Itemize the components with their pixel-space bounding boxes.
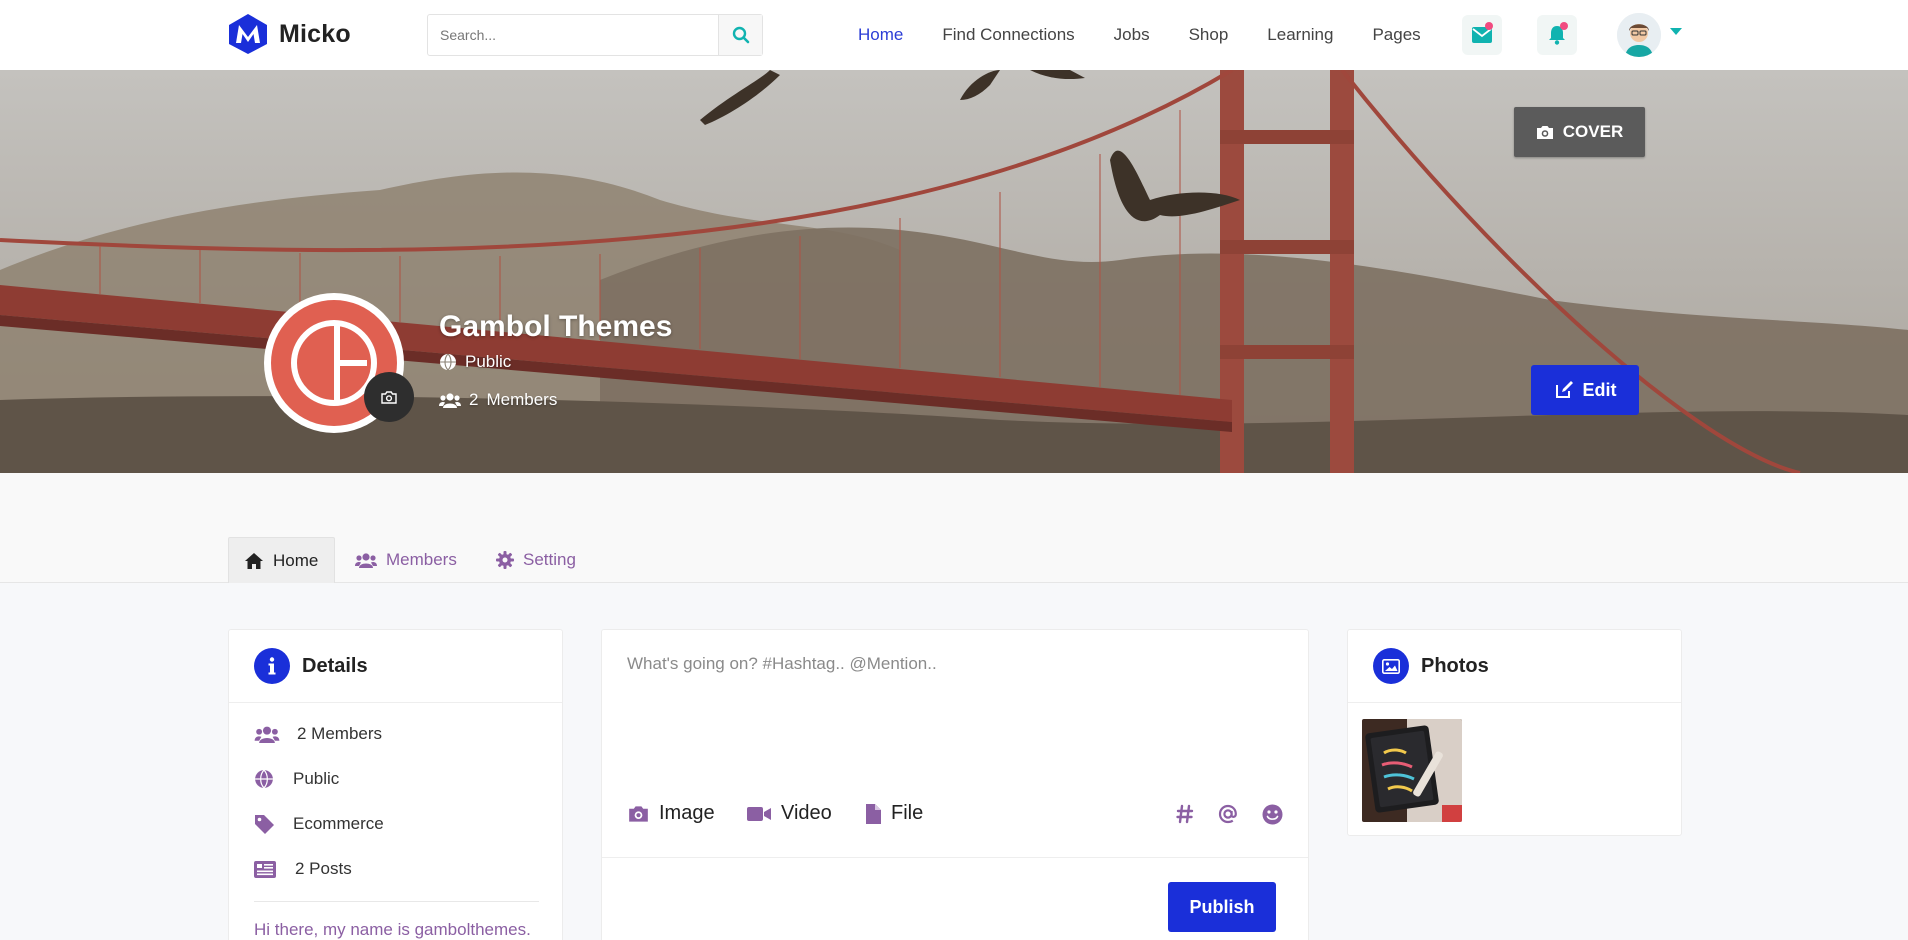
detail-members: 2 Members <box>254 724 382 744</box>
photo-image <box>1362 719 1462 822</box>
gear-icon <box>496 551 514 569</box>
cover-photo: COVER Gambol Themes Public 2 Members Edi… <box>0 70 1908 473</box>
detail-privacy-label: Public <box>293 769 340 788</box>
divider <box>602 857 1308 858</box>
user-avatar-icon <box>1617 13 1661 57</box>
logo-mark-icon <box>229 14 267 54</box>
photos-title: Photos <box>1421 654 1489 677</box>
home-icon <box>245 552 263 569</box>
add-image-button[interactable]: Image <box>628 802 715 825</box>
info-icon <box>254 648 290 684</box>
change-cover-button[interactable]: COVER <box>1514 107 1645 157</box>
tab-members[interactable]: Members <box>355 537 457 583</box>
cover-button-label: COVER <box>1562 122 1624 141</box>
detail-posts-label: 2 Posts <box>295 859 352 878</box>
details-card-header: Details <box>229 630 562 703</box>
search-button[interactable] <box>718 15 762 55</box>
add-video-button[interactable]: Video <box>747 802 832 825</box>
tab-home-label: Home <box>273 550 319 570</box>
search-input[interactable] <box>428 15 718 55</box>
details-title: Details <box>302 654 368 677</box>
tab-members-label: Members <box>386 550 457 569</box>
nav-link-find-connections[interactable]: Find Connections <box>942 25 1074 45</box>
detail-category: Ecommerce <box>254 814 384 834</box>
smile-icon[interactable] <box>1262 804 1283 825</box>
notifications-button[interactable] <box>1537 15 1577 55</box>
group-privacy: Public <box>439 352 511 372</box>
camera-icon <box>1536 125 1553 139</box>
nav-link-learning[interactable]: Learning <box>1267 25 1333 45</box>
hashtag-icon[interactable] <box>1176 804 1194 824</box>
notification-dot <box>1485 22 1493 30</box>
post-text-input[interactable]: What's going on? #Hashtag.. @Mention.. <box>627 654 937 674</box>
photo-thumb[interactable] <box>1362 719 1462 822</box>
edit-group-button[interactable]: Edit <box>1531 365 1639 415</box>
nav-link-jobs[interactable]: Jobs <box>1114 25 1150 45</box>
divider <box>254 901 539 902</box>
brand-logo[interactable]: Micko <box>227 13 351 55</box>
users-icon <box>254 726 280 743</box>
video-icon <box>747 806 771 821</box>
add-file-button[interactable]: File <box>866 802 923 825</box>
group-members-label: Members <box>486 390 558 409</box>
users-icon <box>355 553 377 568</box>
main-nav: Home Find Connections Jobs Shop Learning… <box>858 0 1460 70</box>
tab-home[interactable]: Home <box>228 537 335 583</box>
file-icon <box>866 803 881 824</box>
publish-button[interactable]: Publish <box>1168 882 1276 932</box>
details-card: Details 2 Members Public Ecommerce 2 Pos… <box>228 629 563 940</box>
add-video-label: Video <box>781 802 832 824</box>
group-members-count: 2 <box>469 390 479 409</box>
group-privacy-label: Public <box>465 352 512 371</box>
detail-posts: 2 Posts <box>254 859 352 879</box>
group-bio: Hi there, my name is gambolthemes. <box>254 920 531 939</box>
brand-name: Micko <box>279 19 351 48</box>
search-icon <box>732 26 749 44</box>
edit-icon <box>1555 381 1573 398</box>
notification-dot <box>1560 22 1568 30</box>
avatar[interactable] <box>1617 13 1661 57</box>
tab-setting-label: Setting <box>523 550 576 569</box>
photos-card: Photos <box>1347 629 1682 836</box>
top-navbar: Micko Home Find Connections Jobs Shop Le… <box>0 0 1908 70</box>
group-name: Gambol Themes <box>439 310 673 343</box>
detail-privacy: Public <box>254 769 339 789</box>
nav-link-pages[interactable]: Pages <box>1372 25 1420 45</box>
tag-icon <box>255 815 274 834</box>
camera-icon <box>381 390 397 404</box>
newspaper-icon <box>254 860 276 878</box>
detail-members-label: 2 Members <box>297 724 383 743</box>
photos-card-header: Photos <box>1348 630 1681 703</box>
nav-link-shop[interactable]: Shop <box>1189 25 1229 45</box>
tab-setting[interactable]: Setting <box>496 537 576 583</box>
globe-icon <box>440 353 456 371</box>
image-icon <box>1373 648 1409 684</box>
post-composer: What's going on? #Hashtag.. @Mention.. I… <box>601 629 1309 940</box>
group-tabs: Home Members Setting <box>0 473 1908 583</box>
change-avatar-button[interactable] <box>364 372 414 422</box>
edit-button-label: Edit <box>1582 379 1617 400</box>
add-image-label: Image <box>659 802 715 824</box>
globe-icon <box>255 769 273 789</box>
add-file-label: File <box>891 802 924 824</box>
users-icon <box>439 393 461 408</box>
detail-category-label: Ecommerce <box>293 814 384 833</box>
messages-button[interactable] <box>1462 15 1502 55</box>
nav-link-home[interactable]: Home <box>858 25 903 45</box>
caret-down-icon[interactable] <box>1670 28 1682 35</box>
group-members: 2 Members <box>439 390 557 410</box>
camera-icon <box>629 805 648 822</box>
search-box <box>427 14 763 56</box>
at-icon[interactable] <box>1218 804 1238 824</box>
